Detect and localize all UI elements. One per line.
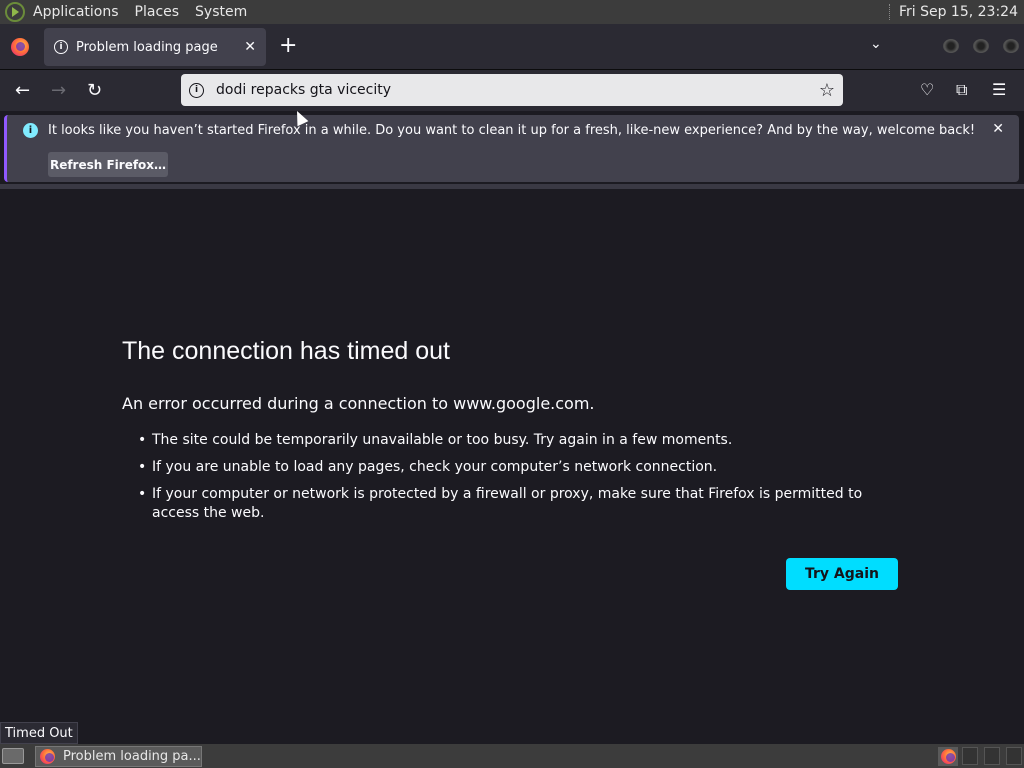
- clock[interactable]: Fri Sep 15, 23:24: [899, 4, 1018, 20]
- menu-applications[interactable]: Applications: [33, 4, 119, 20]
- extensions-icon[interactable]: ⧉: [956, 80, 967, 100]
- refresh-firefox-button[interactable]: Refresh Firefox…: [48, 152, 168, 177]
- tab-title: Problem loading page: [76, 39, 218, 55]
- back-arrow-icon[interactable]: ←: [15, 80, 30, 101]
- error-suggestions: The site could be temporarily unavailabl…: [138, 431, 898, 531]
- firefox-icon: [11, 37, 29, 56]
- url-text[interactable]: dodi repacks gta vicecity: [216, 82, 819, 98]
- notification-message: It looks like you haven’t started Firefo…: [48, 123, 976, 138]
- refresh-firefox-notification: i It looks like you haven’t started Fire…: [4, 115, 1019, 182]
- tab-bar: i Problem loading page ✕ + ⌄: [0, 24, 1024, 69]
- try-again-button[interactable]: Try Again: [786, 558, 898, 590]
- error-title: The connection has timed out: [122, 337, 450, 365]
- notification-close-icon[interactable]: ✕: [992, 121, 1004, 137]
- reload-icon[interactable]: ↻: [87, 80, 102, 101]
- new-tab-button[interactable]: +: [279, 34, 297, 58]
- navigation-toolbar: ← → ↻ i dodi repacks gta vicecity ☆ ♡ ⧉ …: [0, 69, 1024, 111]
- site-info-icon[interactable]: i: [189, 82, 204, 98]
- firefox-view-button[interactable]: [0, 24, 40, 69]
- workspace-2[interactable]: [962, 747, 978, 765]
- menu-system[interactable]: System: [195, 4, 247, 20]
- info-icon: i: [23, 123, 38, 138]
- list-all-tabs-chevron-down-icon[interactable]: ⌄: [870, 36, 882, 52]
- hamburger-menu-icon[interactable]: ☰: [992, 80, 1006, 99]
- menu-places[interactable]: Places: [135, 4, 180, 20]
- suggestion-item: If your computer or network is protected…: [138, 485, 898, 523]
- workspace-firefox-icon[interactable]: [938, 747, 958, 766]
- error-subtitle: An error occurred during a connection to…: [122, 394, 595, 413]
- bookmark-star-icon[interactable]: ☆: [819, 80, 835, 101]
- info-icon: i: [54, 40, 68, 54]
- window-close-button[interactable]: [1003, 39, 1019, 53]
- status-tooltip: Timed Out: [0, 722, 78, 744]
- system-top-panel: Applications Places System Fri Sep 15, 2…: [0, 0, 1024, 24]
- tab-problem-loading[interactable]: i Problem loading page ✕: [44, 28, 266, 66]
- workspace-4[interactable]: [1006, 747, 1022, 765]
- workspace-3[interactable]: [984, 747, 1000, 765]
- url-bar[interactable]: i dodi repacks gta vicecity ☆: [181, 74, 843, 106]
- firefox-icon: [40, 749, 55, 764]
- suggestion-item: If you are unable to load any pages, che…: [138, 458, 898, 477]
- taskbar-window-button[interactable]: Problem loading pa...: [35, 746, 202, 767]
- panel-separator: [888, 4, 891, 20]
- pocket-icon[interactable]: ♡: [920, 80, 934, 99]
- tab-close-icon[interactable]: ✕: [244, 39, 256, 55]
- window-minimize-button[interactable]: [943, 39, 959, 53]
- show-desktop-icon[interactable]: [2, 748, 24, 764]
- firefox-icon: [940, 749, 956, 764]
- forward-arrow-icon[interactable]: →: [51, 80, 66, 101]
- taskbar-window-label: Problem loading pa...: [63, 749, 201, 764]
- suggestion-item: The site could be temporarily unavailabl…: [138, 431, 898, 450]
- error-page: The connection has timed out An error oc…: [0, 189, 1024, 744]
- window-maximize-button[interactable]: [973, 39, 989, 53]
- bottom-taskbar: Problem loading pa...: [0, 744, 1024, 768]
- distro-logo-icon[interactable]: [5, 2, 25, 22]
